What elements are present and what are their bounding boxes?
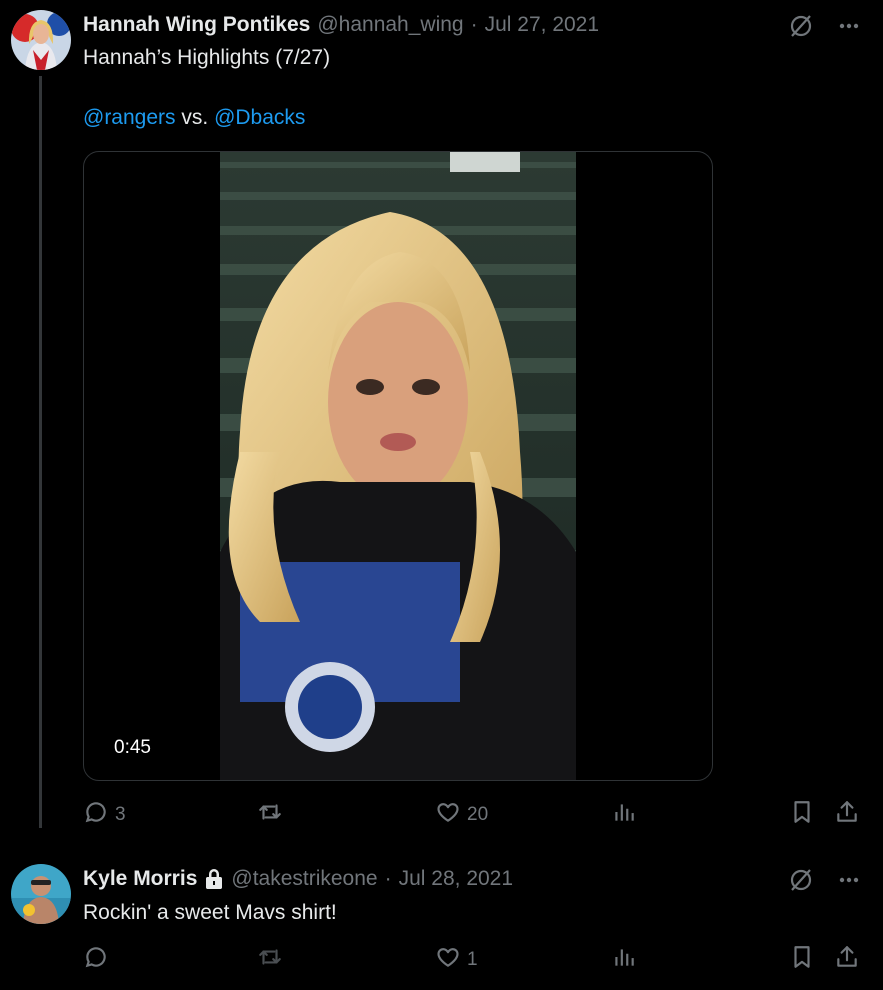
reply-button[interactable]: 3 [83,798,126,832]
bookmark-icon [789,944,815,976]
views-button[interactable] [611,798,637,832]
mention-link[interactable]: @Dbacks [214,106,305,129]
share-button[interactable] [834,798,860,832]
share-upload-icon [834,799,860,831]
views-bar-chart-icon [611,944,637,976]
reply-count: 3 [115,804,126,825]
tweet-top-actions [787,12,861,40]
tweet-text: Rockin' a sweet Mavs shirt! [83,901,337,924]
tweet-kyle: Kyle Morris @takestrikeone · Jul 28, 202… [0,850,883,990]
tweet-actions: 1 [83,943,863,977]
date-separator: · [470,13,478,36]
retweet-button[interactable] [257,943,289,977]
like-button[interactable]: 1 [435,943,478,977]
like-count: 20 [467,804,489,825]
avatar[interactable] [11,864,71,924]
views-button[interactable] [611,943,637,977]
tweet-top-actions [787,866,861,894]
lock-icon [204,868,224,890]
heart-icon [435,944,461,976]
date-separator: · [384,867,392,890]
like-count: 1 [467,949,478,970]
author-name[interactable]: Kyle Morris [83,867,197,891]
tweet-hannah: Hannah Wing Pontikes @hannah_wing · Jul … [0,0,883,850]
views-bar-chart-icon [611,799,637,831]
tweet-header: Hannah Wing Pontikes @hannah_wing · Jul … [83,10,599,40]
tweet-date[interactable]: Jul 28, 2021 [399,867,513,891]
retweet-icon [257,799,283,831]
mention-link[interactable]: @rangers [83,106,176,129]
retweet-icon [257,944,283,976]
bookmark-button[interactable] [789,943,815,977]
video-player[interactable]: 0:45 [83,151,713,781]
tweet-date[interactable]: Jul 27, 2021 [485,13,599,37]
heart-icon [435,799,461,831]
author-name[interactable]: Hannah Wing Pontikes [83,13,310,37]
tweet-text: Hannah’s Highlights (7/27) [83,46,331,69]
reply-button[interactable] [83,943,115,977]
tweet-actions: 3 20 [83,798,863,832]
grok-slash-icon[interactable] [787,866,815,894]
tweet-text-mentions: @rangers vs. @Dbacks [83,103,305,133]
retweet-button[interactable] [257,798,289,832]
author-handle[interactable]: @hannah_wing [317,13,463,37]
share-upload-icon [834,944,860,976]
video-frame[interactable] [220,152,576,780]
grok-slash-icon[interactable] [787,12,815,40]
author-handle[interactable]: @takestrikeone [231,867,377,891]
more-dots-icon[interactable] [837,868,861,892]
reply-bubble-icon [83,799,109,831]
like-button[interactable]: 20 [435,798,488,832]
video-duration: 0:45 [104,734,161,762]
tweet-header: Kyle Morris @takestrikeone · Jul 28, 202… [83,864,513,894]
reply-bubble-icon [83,944,109,976]
share-button[interactable] [834,943,860,977]
bookmark-button[interactable] [789,798,815,832]
avatar[interactable] [11,10,71,70]
vs-text: vs. [181,106,209,129]
more-dots-icon[interactable] [837,14,861,38]
bookmark-icon [789,799,815,831]
thread-connector-line [39,76,42,828]
